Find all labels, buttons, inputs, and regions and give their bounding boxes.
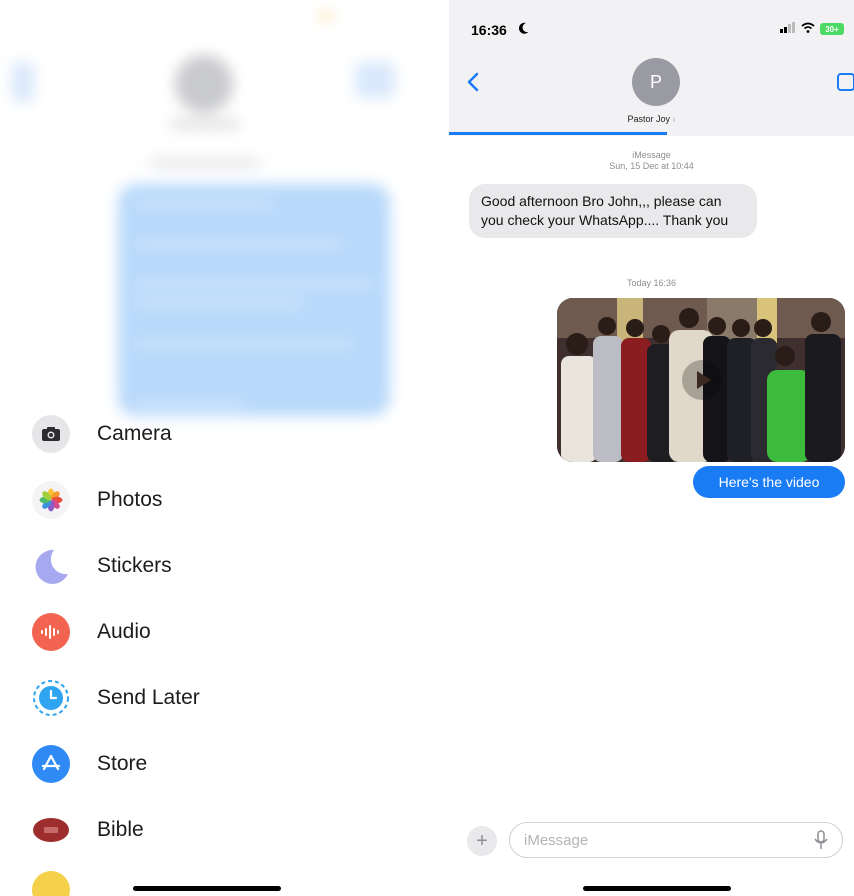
- microphone-icon[interactable]: [813, 830, 829, 850]
- stickers-icon: [32, 547, 70, 585]
- menu-item-camera[interactable]: Camera: [32, 412, 172, 456]
- menu-item-send-later[interactable]: Send Later: [32, 676, 200, 720]
- today-timestamp: Today 16:36: [626, 278, 677, 288]
- menu-item-audio[interactable]: Audio: [32, 610, 151, 654]
- play-icon[interactable]: [682, 360, 722, 400]
- photos-icon: [32, 481, 70, 519]
- bible-icon: [32, 811, 70, 849]
- contact-name-label: Pastor Joy: [627, 114, 670, 124]
- menu-item-bible[interactable]: Bible: [32, 808, 144, 852]
- home-indicator[interactable]: [583, 886, 731, 891]
- home-indicator[interactable]: [133, 886, 281, 891]
- conversation-screen: 16:36 30+ P Pastor Joy › iMessage Sun, 1…: [449, 0, 854, 896]
- menu-item-label: Store: [97, 752, 148, 775]
- menu-item-label: Send Later: [97, 686, 200, 709]
- add-attachment-button[interactable]: +: [467, 826, 497, 856]
- app-icon: [32, 871, 70, 896]
- menu-item-label: Bible: [97, 818, 144, 841]
- conversation-header: 16:36 30+ P Pastor Joy ›: [449, 0, 854, 136]
- conversation-service-label: iMessage: [632, 150, 671, 160]
- signal-icon: [780, 20, 796, 38]
- video-call-button[interactable]: [836, 70, 854, 94]
- contact-name[interactable]: Pastor Joy ›: [449, 114, 854, 124]
- chevron-left-icon: [467, 72, 479, 92]
- status-time: 16:36: [471, 22, 507, 38]
- menu-item-label: Audio: [97, 620, 151, 643]
- menu-item-more[interactable]: [32, 868, 70, 896]
- status-icons: 30+: [780, 20, 844, 38]
- battery-icon: 30+: [820, 23, 844, 35]
- menu-item-label: Camera: [97, 422, 172, 445]
- menu-item-store[interactable]: Store: [32, 742, 147, 786]
- moon-icon: [518, 21, 529, 39]
- message-input[interactable]: [509, 822, 843, 858]
- store-icon: [32, 745, 70, 783]
- menu-item-photos[interactable]: Photos: [32, 478, 162, 522]
- back-button[interactable]: [463, 68, 483, 96]
- conversation-date-label: Sun, 15 Dec at 10:44: [609, 161, 694, 171]
- attachment-menu-screen: Camera Photos Stickers Audio Send Later …: [0, 0, 427, 896]
- video-icon: [837, 73, 854, 91]
- menu-item-stickers[interactable]: Stickers: [32, 544, 172, 588]
- menu-item-label: Photos: [97, 488, 163, 511]
- menu-item-label: Stickers: [97, 554, 172, 577]
- contact-avatar[interactable]: P: [632, 58, 680, 106]
- video-message[interactable]: [557, 298, 845, 462]
- audio-icon: [32, 613, 70, 651]
- wifi-icon: [801, 20, 815, 38]
- camera-icon: [32, 415, 70, 453]
- send-progress-bar: [449, 132, 667, 135]
- plus-icon: +: [476, 829, 488, 852]
- outgoing-message-bubble[interactable]: Here's the video: [693, 466, 845, 498]
- incoming-message-bubble[interactable]: Good afternoon Bro John,,, please can yo…: [469, 184, 757, 238]
- send-later-icon: [32, 679, 70, 717]
